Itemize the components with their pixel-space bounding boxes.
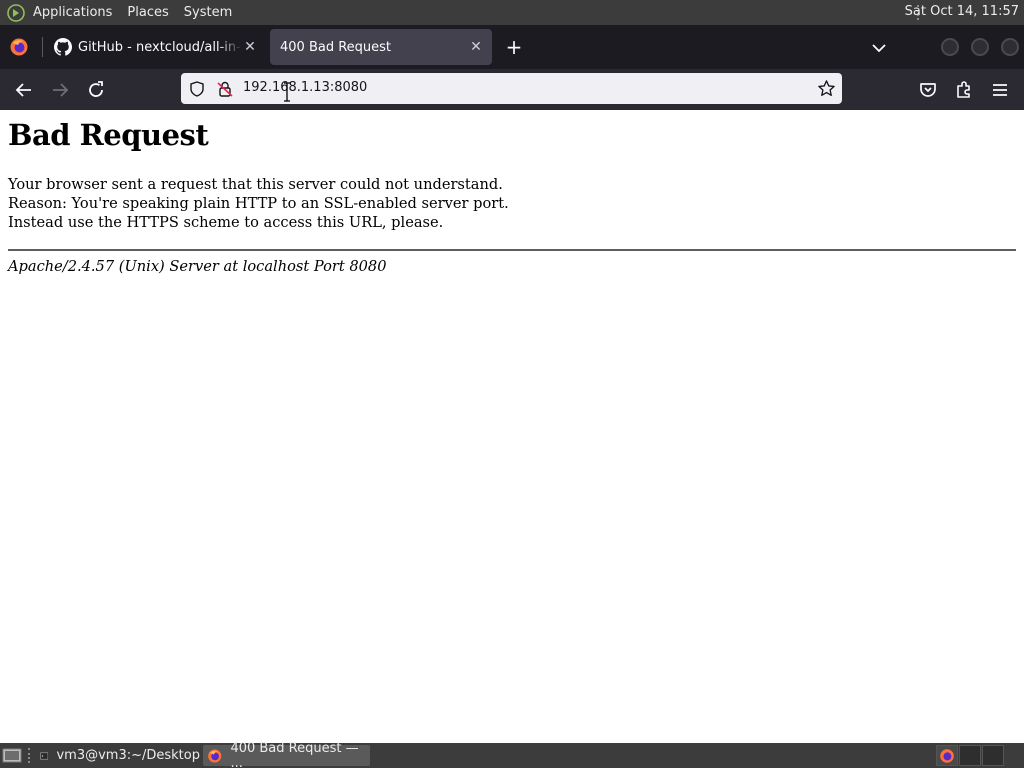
navigation-toolbar: 192.168.1.13:8080 <box>0 69 1024 110</box>
clock[interactable]: Sat Oct 14, 11:57 <box>905 4 1019 19</box>
terminal-icon <box>40 752 49 759</box>
server-signature: Apache/2.4.57 (Unix) Server at localhost… <box>8 258 387 275</box>
error-line: Reason: You're speaking plain HTTP to an… <box>8 195 509 212</box>
tab-strip: GitHub - nextcloud/all-in-one ✕ 400 Bad … <box>0 25 1024 69</box>
tab-bad-request[interactable]: 400 Bad Request ✕ <box>270 29 492 65</box>
workspace-3[interactable] <box>982 745 1004 766</box>
pocket-icon[interactable] <box>916 78 940 102</box>
taskbar-grip-handle[interactable] <box>28 748 31 763</box>
show-desktop-icon[interactable] <box>2 747 22 764</box>
bookmark-star-icon[interactable] <box>817 79 836 98</box>
divider <box>8 249 1016 251</box>
taskbar-item-label: 400 Bad Request — ... <box>230 740 359 768</box>
forward-arrow-icon[interactable] <box>48 78 72 102</box>
firefox-view-icon[interactable] <box>9 37 29 57</box>
page-heading: Bad Request <box>8 118 209 152</box>
close-tab-icon[interactable]: ✕ <box>242 39 258 55</box>
new-tab-button[interactable]: + <box>503 37 525 59</box>
close-window-button[interactable] <box>1001 38 1019 56</box>
tab-separator <box>42 37 43 57</box>
hamburger-menu-icon[interactable] <box>988 78 1012 102</box>
error-line: Instead use the HTTPS scheme to access t… <box>8 214 444 231</box>
firefox-icon <box>940 749 954 763</box>
top-panel: Applications Places System Sat Oct 14, 1… <box>0 0 1024 25</box>
github-icon <box>54 38 72 56</box>
minimize-button[interactable] <box>941 38 959 56</box>
maximize-button[interactable] <box>971 38 989 56</box>
places-menu[interactable]: Places <box>127 5 168 20</box>
close-tab-icon[interactable]: ✕ <box>468 39 484 55</box>
system-menu[interactable]: System <box>184 5 232 20</box>
error-message: Your browser sent a request that this se… <box>8 175 509 232</box>
tab-title: GitHub - nextcloud/all-in-one <box>78 39 242 55</box>
tracking-protection-shield-icon[interactable] <box>188 80 206 98</box>
list-all-tabs-chevron-icon[interactable] <box>868 37 890 59</box>
page-content: Bad Request Your browser sent a request … <box>0 110 1024 743</box>
extensions-puzzle-icon[interactable] <box>952 78 976 102</box>
mate-logo-icon[interactable] <box>7 3 25 22</box>
text-cursor-icon <box>284 82 290 102</box>
taskbar-item-terminal[interactable]: vm3@vm3:~/Desktop <box>36 745 200 766</box>
url-bar[interactable]: 192.168.1.13:8080 <box>181 73 842 104</box>
firefox-icon <box>208 748 222 763</box>
reload-icon[interactable] <box>84 78 108 102</box>
url-text[interactable]: 192.168.1.13:8080 <box>243 80 367 95</box>
applications-menu[interactable]: Applications <box>33 5 112 20</box>
error-line: Your browser sent a request that this se… <box>8 176 503 193</box>
workspace-1[interactable] <box>936 745 958 766</box>
tab-github[interactable]: GitHub - nextcloud/all-in-one ✕ <box>44 29 266 65</box>
workspace-2[interactable] <box>959 745 981 766</box>
insecure-connection-lock-icon[interactable] <box>216 80 234 98</box>
back-arrow-icon[interactable] <box>12 78 36 102</box>
bottom-taskbar: vm3@vm3:~/Desktop 400 Bad Request — ... <box>0 741 1024 768</box>
taskbar-item-firefox[interactable]: 400 Bad Request — ... <box>203 741 370 768</box>
tab-title: 400 Bad Request <box>280 39 392 55</box>
taskbar-item-label: vm3@vm3:~/Desktop <box>56 748 200 763</box>
